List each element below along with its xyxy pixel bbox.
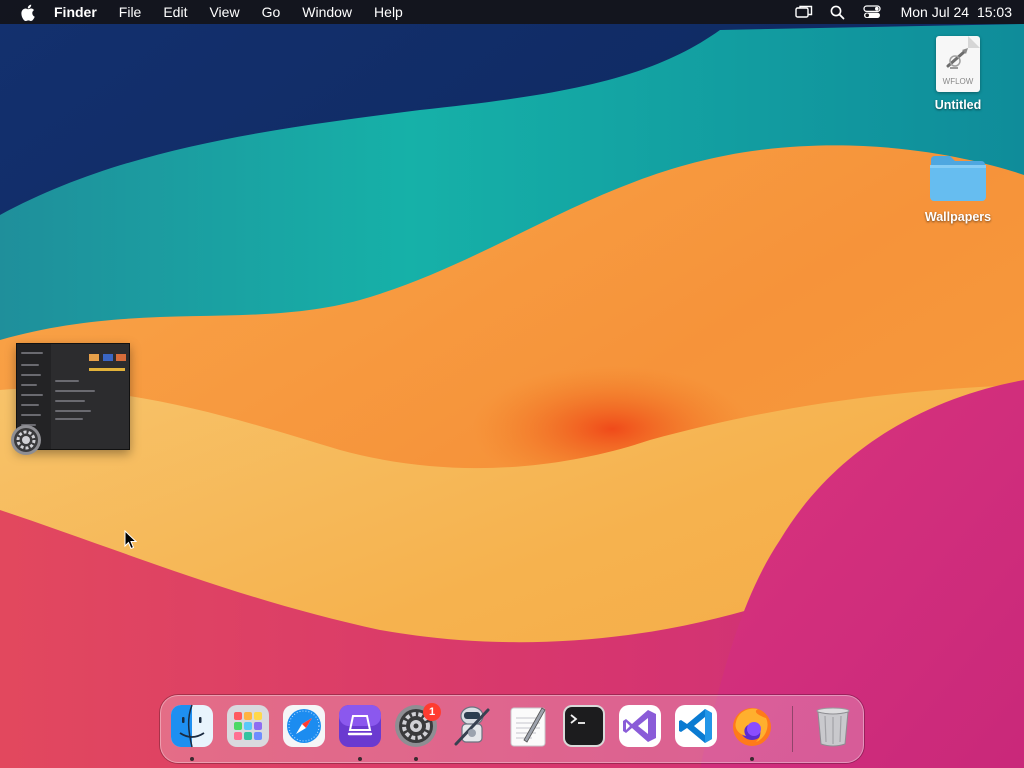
dock-item-launchpad[interactable] — [226, 704, 270, 748]
dock-item-simulator[interactable] — [338, 704, 382, 748]
menu-edit[interactable]: Edit — [163, 4, 187, 20]
menu-go[interactable]: Go — [262, 4, 281, 20]
system-settings-icon — [10, 424, 42, 456]
desktop-wallpaper — [0, 0, 1024, 768]
dock-item-terminal[interactable] — [562, 704, 606, 748]
desktop-icon-label: Wallpapers — [924, 210, 992, 224]
running-indicator — [750, 757, 754, 761]
clock-date: Mon Jul 24 — [900, 4, 970, 20]
safari-icon — [283, 705, 325, 747]
search-icon[interactable] — [829, 4, 847, 20]
desktop-icon-untitled[interactable]: WFLOW Untitled — [910, 36, 1006, 112]
dock: 1 — [160, 695, 864, 763]
dock-item-vscode[interactable] — [674, 704, 718, 748]
dock-item-finder[interactable] — [170, 704, 214, 748]
menu-window[interactable]: Window — [302, 4, 352, 20]
control-center-icon[interactable] — [862, 4, 881, 20]
dock-separator — [792, 706, 793, 752]
menu-file[interactable]: File — [119, 4, 142, 20]
desktop-icon-label: Untitled — [934, 98, 982, 112]
menu-bar: Finder File Edit View Go Window Help Mon… — [0, 0, 1024, 24]
document-extension: WFLOW — [942, 77, 974, 86]
menu-bar-clock[interactable]: Mon Jul 24 15:03 — [897, 4, 1012, 20]
vscode-icon — [675, 705, 717, 747]
menu-app-finder[interactable]: Finder — [54, 4, 97, 20]
dock-item-automator[interactable] — [450, 704, 494, 748]
launchpad-icon — [227, 705, 269, 747]
dock-item-trash[interactable] — [811, 704, 855, 748]
visual-studio-icon — [619, 705, 661, 747]
notification-badge: 1 — [423, 703, 441, 721]
simulator-icon — [339, 705, 381, 747]
apple-menu-icon[interactable] — [18, 3, 36, 21]
finder-icon — [171, 704, 213, 748]
dock-item-textedit[interactable] — [506, 704, 550, 748]
running-indicator — [358, 757, 362, 761]
menu-view[interactable]: View — [209, 4, 239, 20]
trash-icon — [816, 707, 850, 747]
automator-icon — [454, 706, 490, 746]
dock-item-firefox[interactable] — [730, 704, 774, 748]
running-indicator — [190, 757, 194, 761]
dock-item-safari[interactable] — [282, 704, 326, 748]
firefox-icon — [733, 708, 771, 746]
dock-item-visual-studio[interactable] — [618, 704, 662, 748]
screen-mirroring-icon[interactable] — [794, 4, 813, 20]
desktop-icon-wallpapers[interactable]: Wallpapers — [910, 152, 1006, 224]
workflow-document-icon: WFLOW — [936, 36, 980, 92]
folder-icon — [930, 156, 986, 201]
menu-help[interactable]: Help — [374, 4, 403, 20]
clock-time: 15:03 — [976, 4, 1012, 20]
textedit-icon — [510, 707, 546, 747]
terminal-icon — [563, 705, 605, 747]
mouse-cursor-icon — [124, 530, 138, 550]
running-indicator — [414, 757, 418, 761]
